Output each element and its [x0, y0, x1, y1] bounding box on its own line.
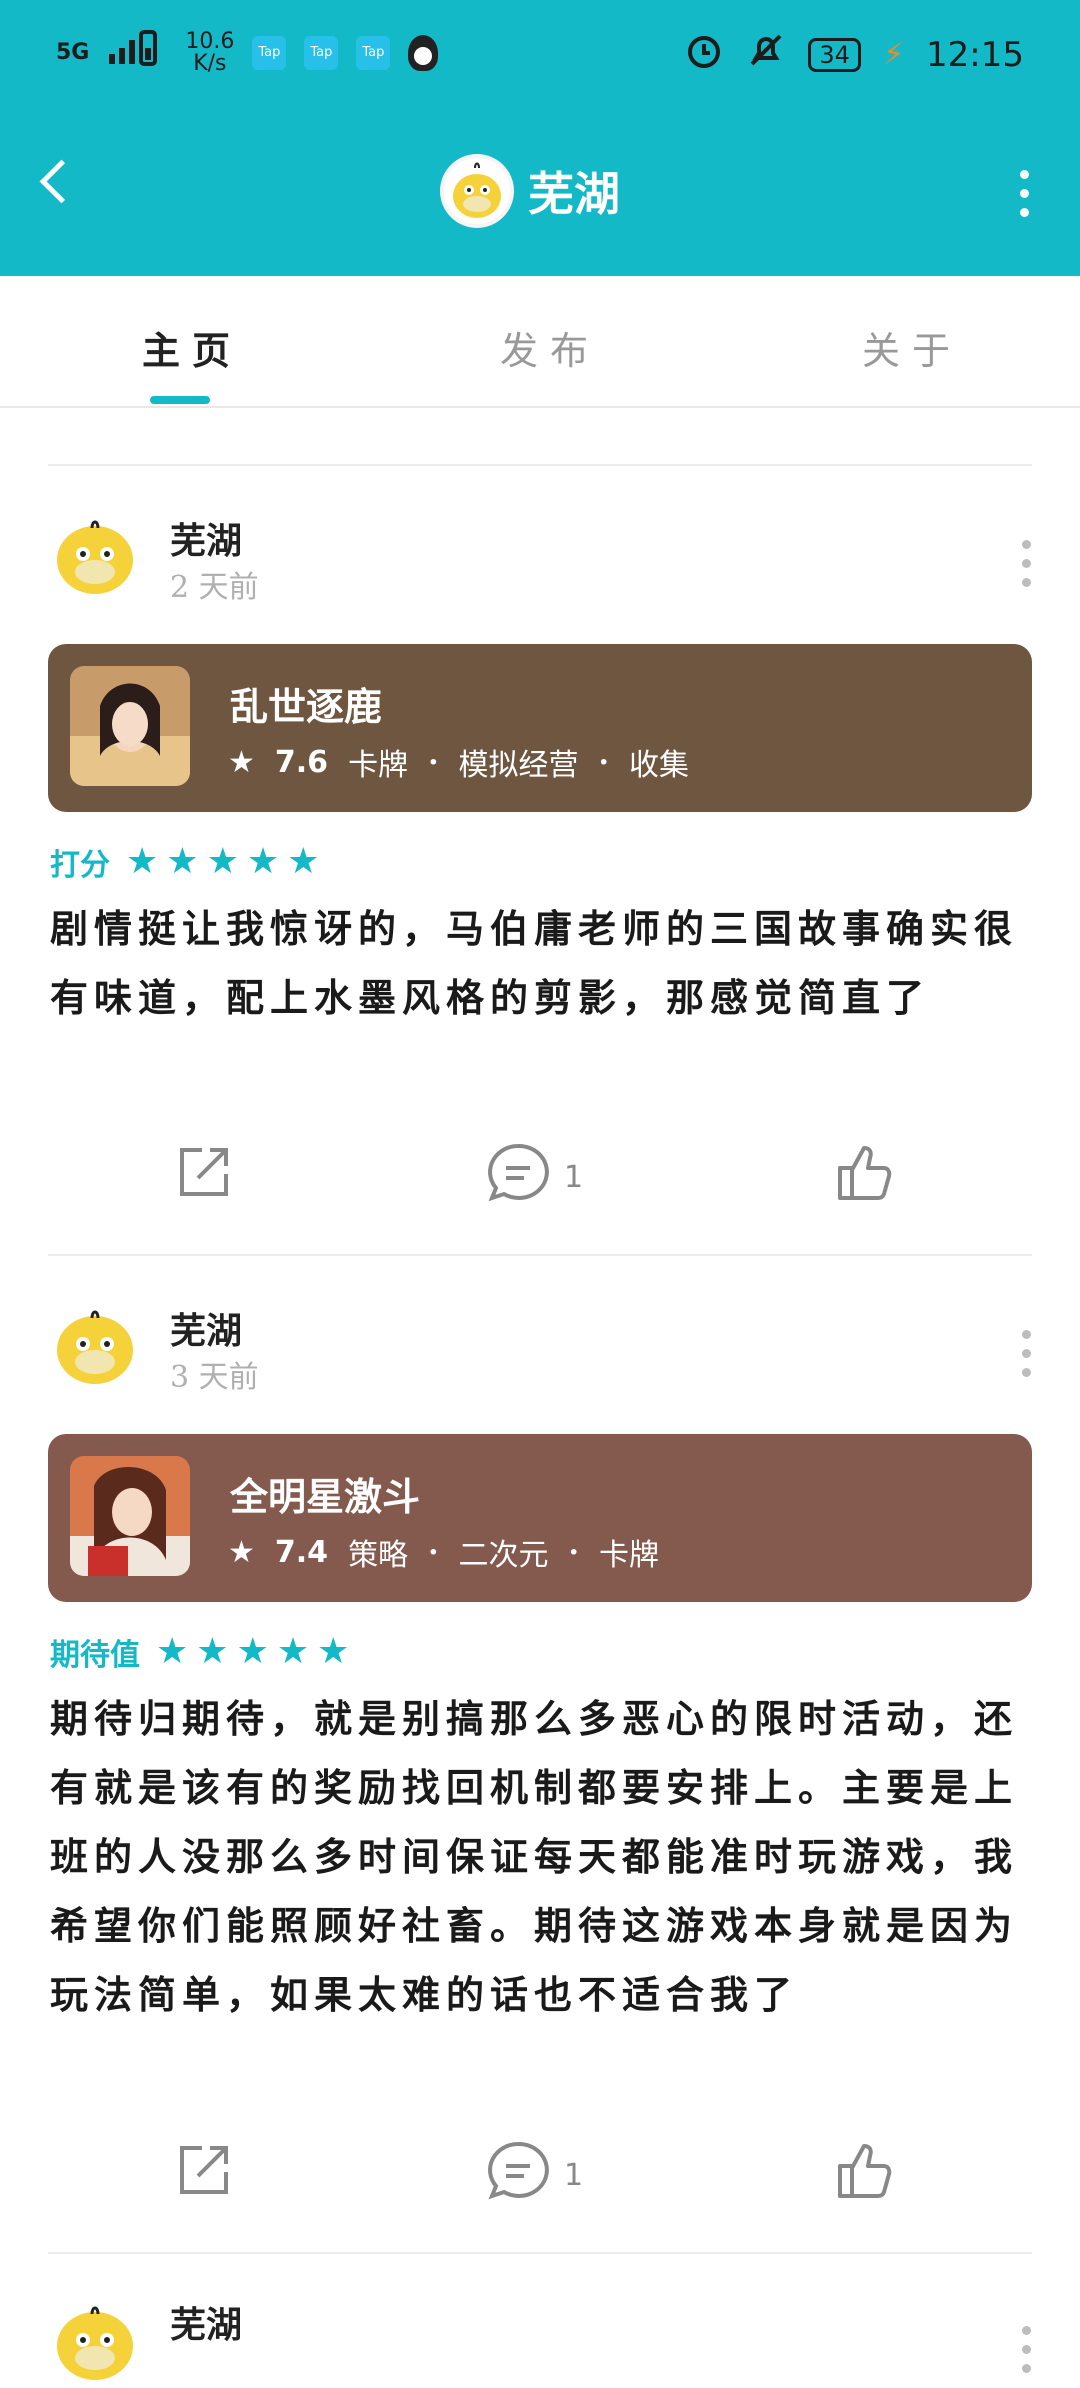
battery-indicator: 34	[808, 37, 861, 72]
clock: 12:15	[926, 34, 1024, 75]
tab-publish[interactable]: 发布	[500, 320, 600, 375]
qq-penguin-icon	[408, 34, 439, 71]
rating-star-icon: ★	[126, 841, 159, 882]
profile-title: 芜湖	[440, 154, 620, 228]
share-button[interactable]	[172, 1142, 234, 1212]
network-speed: 10.6 K/s	[185, 28, 235, 76]
comment-button[interactable]: 1	[486, 2140, 583, 2210]
game-thumbnail	[70, 1456, 190, 1576]
game-tag: 二次元	[458, 1538, 549, 1573]
rating-star-icon: ★	[206, 841, 239, 882]
signal-indicator: 5G	[56, 39, 90, 65]
rating-star-icon: ★	[196, 1631, 229, 1672]
comment-icon	[486, 2140, 550, 2210]
separator-dot: ·	[428, 744, 439, 780]
review-text[interactable]: 期待归期待，就是别搞那么多恶心的限时活动，还有就是该有的奖励找回机制都要安排上。…	[50, 1684, 1030, 2029]
game-score: 7.6	[274, 744, 329, 780]
avatar	[440, 154, 514, 228]
alarm-icon	[684, 30, 724, 79]
back-arrow-icon[interactable]	[39, 159, 84, 204]
game-card[interactable]: 乱世逐鹿 ★ 7.6 卡牌 · 模拟经营 · 收集	[48, 644, 1032, 812]
tab-active-indicator	[150, 396, 210, 404]
rating-star-icon: ★	[236, 1631, 269, 1672]
like-button[interactable]	[834, 2140, 896, 2210]
rating-star-icon: ★	[156, 1631, 189, 1672]
game-name: 乱世逐鹿	[230, 684, 383, 729]
rating-star-icon: ★	[287, 841, 320, 882]
rating-star-icon: ★	[276, 1631, 310, 1672]
thumbs-up-icon	[834, 1142, 896, 1212]
divider	[48, 464, 1032, 466]
share-icon	[172, 1142, 234, 1212]
game-name: 全明星激斗	[230, 1474, 421, 1519]
game-thumbnail	[70, 666, 190, 786]
avatar[interactable]	[50, 508, 140, 598]
author-name[interactable]: 芜湖	[170, 512, 242, 564]
post-actions: 1	[0, 2140, 1080, 2220]
app-bar: 芜湖	[0, 110, 1080, 276]
game-card[interactable]: 全明星激斗 ★ 7.4 策略 · 二次元 · 卡牌	[48, 1434, 1032, 1602]
rating-label: 打分	[50, 848, 110, 883]
post-time: 2 天前	[170, 570, 259, 605]
share-icon	[172, 2140, 234, 2210]
divider	[48, 2252, 1032, 2254]
comment-button[interactable]: 1	[486, 1142, 583, 1212]
rating-label: 期待值	[50, 1638, 140, 1673]
post-menu-icon[interactable]	[1022, 1330, 1032, 1387]
rating-star-icon: ★	[317, 1631, 350, 1672]
separator-dot: ·	[568, 1534, 579, 1570]
rating-star-icon: ★	[246, 841, 280, 882]
author-name[interactable]: 芜湖	[170, 2296, 242, 2348]
comment-count: 1	[564, 2157, 584, 2193]
star-icon: ★	[228, 1534, 255, 1570]
game-tag: 收集	[628, 748, 689, 783]
post-menu-icon[interactable]	[1022, 2326, 1032, 2383]
game-tag: 模拟经营	[458, 748, 579, 783]
tap-notif-icon: Tap	[252, 35, 287, 70]
page-title: 芜湖	[528, 167, 620, 221]
game-tag: 卡牌	[348, 748, 409, 783]
comment-count: 1	[564, 1159, 584, 1195]
top-bar: 5G 10.6 K/s Tap Tap Tap 34 ⚡ 12:15 芜湖	[0, 0, 1080, 276]
mute-bell-icon	[746, 30, 786, 79]
review-text[interactable]: 剧情挺让我惊讶的，马伯庸老师的三国故事确实很有味道，配上水墨风格的剪影，那感觉简…	[50, 894, 1030, 1032]
game-tag: 策略	[348, 1538, 409, 1573]
game-tag: 卡牌	[598, 1538, 659, 1573]
rating: 期待值 ★ ★ ★ ★ ★	[50, 1630, 349, 1674]
post-time: 3 天前	[170, 1360, 259, 1395]
game-meta: ★ 7.6 卡牌 · 模拟经营 · 收集	[228, 740, 689, 784]
tab-home[interactable]: 主页	[142, 320, 242, 375]
charging-icon: ⚡	[882, 37, 905, 72]
post-actions: 1	[0, 1142, 1080, 1222]
thumbs-up-icon	[834, 2140, 896, 2210]
tap-notif-icon: Tap	[304, 35, 339, 70]
status-bar: 5G 10.6 K/s Tap Tap Tap 34 ⚡ 12:15	[0, 0, 1080, 110]
separator-dot: ·	[428, 1534, 439, 1570]
post-menu-icon[interactable]	[1022, 540, 1032, 597]
more-options-icon[interactable]	[1020, 170, 1030, 227]
tab-about[interactable]: 关于	[862, 320, 962, 375]
game-score: 7.4	[274, 1534, 329, 1570]
separator-dot: ·	[598, 744, 609, 780]
author-name[interactable]: 芜湖	[170, 1302, 242, 1354]
avatar[interactable]	[50, 2294, 140, 2384]
game-meta: ★ 7.4 策略 · 二次元 · 卡牌	[228, 1530, 659, 1574]
signal-bars-icon	[107, 30, 167, 75]
avatar[interactable]	[50, 1298, 140, 1388]
tab-bar: 主页 发布 关于	[0, 276, 1080, 408]
rating: 打分 ★ ★ ★ ★ ★	[50, 840, 319, 884]
share-button[interactable]	[172, 2140, 234, 2210]
comment-icon	[486, 1142, 550, 1212]
tap-notif-icon: Tap	[356, 35, 391, 70]
divider	[48, 1254, 1032, 1256]
rating-star-icon: ★	[166, 841, 199, 882]
like-button[interactable]	[834, 1142, 896, 1212]
star-icon: ★	[228, 744, 255, 780]
